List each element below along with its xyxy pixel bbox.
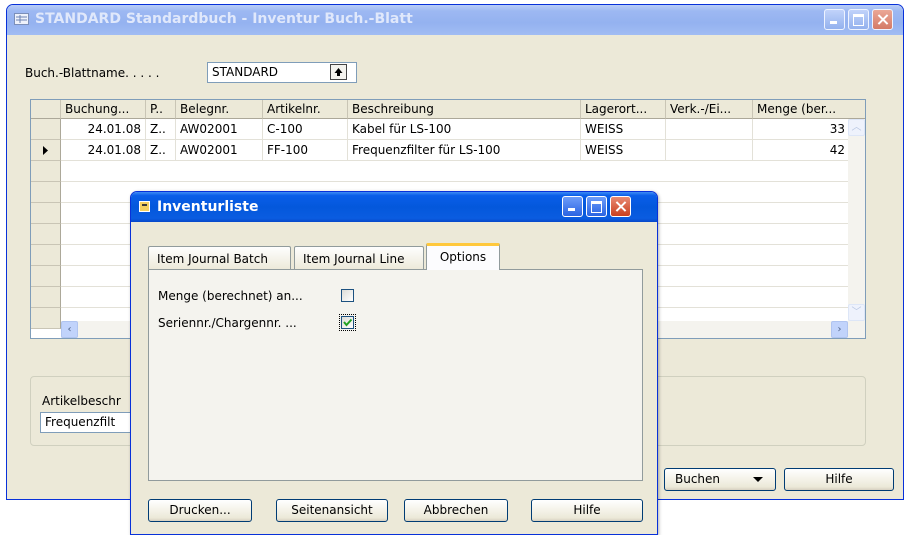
col-header-sales-purchase[interactable]: Verk.-/Ei... [666, 100, 753, 119]
dialog-help-button[interactable]: Hilfe [531, 499, 643, 522]
minimize-button[interactable] [562, 196, 583, 217]
col-header-qty-calculated[interactable]: Menge (ber... [753, 100, 865, 119]
minimize-button[interactable] [824, 9, 845, 30]
row-selector[interactable] [31, 266, 61, 287]
preview-button[interactable]: Seitenansicht [276, 499, 388, 522]
cancel-button[interactable]: Abbrechen [404, 499, 508, 522]
option-label-serial-lot: Seriennr./Chargennr. ... [158, 316, 297, 330]
maximize-button[interactable] [848, 9, 869, 30]
cell-location[interactable]: WEISS [581, 119, 666, 140]
item-description-label: Artikelbeschr [42, 394, 121, 408]
cell-sales-purchase[interactable] [666, 140, 753, 161]
cell-location[interactable]: WEISS [581, 140, 666, 161]
cell-entry-type[interactable]: Z.. [146, 119, 176, 140]
cell-entry-type[interactable]: Z.. [146, 140, 176, 161]
item-description-value: Frequenzfilt [45, 415, 116, 429]
cell-posting-date[interactable]: 24.01.08 [61, 140, 146, 161]
col-header-location[interactable]: Lagerort... [581, 100, 666, 119]
tab-item-journal-line[interactable]: Item Journal Line [294, 246, 424, 270]
col-header-entry-type[interactable]: P.. [146, 100, 176, 119]
cell-document-no[interactable]: AW02001 [176, 119, 263, 140]
col-header-description[interactable]: Beschreibung [348, 100, 581, 119]
post-button-label: Buchen [675, 472, 721, 486]
row-selector[interactable] [31, 308, 61, 329]
row-selector[interactable] [31, 119, 61, 140]
col-header-document-no[interactable]: Belegnr. [176, 100, 263, 119]
cell-description[interactable]: Kabel für LS-100 [348, 119, 581, 140]
cell-description[interactable]: Frequenzfilter für LS-100 [348, 140, 581, 161]
option-checkbox-serial-lot[interactable] [339, 314, 356, 331]
maximize-button[interactable] [586, 196, 607, 217]
cell-qty-calculated[interactable]: 33 [753, 119, 850, 140]
row-selector[interactable] [31, 161, 61, 182]
close-button[interactable] [610, 196, 631, 217]
row-selector[interactable] [31, 182, 61, 203]
up-arrow-icon [334, 68, 343, 76]
dropdown-arrow-icon [753, 477, 763, 482]
tab-item-journal-batch[interactable]: Item Journal Batch [148, 246, 291, 270]
tab-options[interactable]: Options [426, 243, 500, 270]
row-selector[interactable] [31, 287, 61, 308]
scroll-down-button[interactable]: ﹀ [848, 304, 865, 321]
help-button[interactable]: Hilfe [784, 468, 894, 491]
post-button[interactable]: Buchen [664, 468, 776, 491]
col-header-item-no[interactable]: Artikelnr. [263, 100, 348, 119]
dialog-icon [139, 201, 150, 212]
row-selector[interactable] [31, 245, 61, 266]
scroll-left-button[interactable]: ‹ [61, 321, 78, 338]
row-selector[interactable] [31, 224, 61, 245]
scroll-right-button[interactable]: › [831, 321, 848, 338]
row-header-corner [31, 100, 61, 119]
cell-qty-calculated[interactable]: 42 [753, 140, 850, 161]
print-button[interactable]: Drucken... [148, 499, 252, 522]
cell-posting-date[interactable]: 24.01.08 [61, 119, 146, 140]
batch-name-label: Buch.-Blattname. . . . . [25, 66, 160, 80]
cell-item-no[interactable]: FF-100 [263, 140, 348, 161]
dialog-title: Inventurliste [157, 199, 259, 215]
cell-document-no[interactable]: AW02001 [176, 140, 263, 161]
scroll-up-button[interactable]: ︿ [848, 119, 865, 136]
current-row-arrow-icon [43, 146, 48, 155]
col-header-posting-date[interactable]: Buchung... [61, 100, 146, 119]
option-checkbox-qty-calculated[interactable] [341, 289, 354, 302]
lookup-button[interactable] [330, 64, 347, 80]
vertical-scrollbar[interactable]: ︿ ﹀ [848, 119, 865, 321]
option-label-qty-calculated: Menge (berechnet) an... [158, 289, 303, 303]
journal-window-title: STANDARD Standardbuch - Inventur Buch.-B… [35, 11, 413, 27]
inventory-list-dialog: Inventurliste Item Journal Batch Item Jo… [130, 191, 658, 535]
batch-name-value: STANDARD [212, 65, 279, 79]
cell-item-no[interactable]: C-100 [263, 119, 348, 140]
journal-titlebar[interactable]: STANDARD Standardbuch - Inventur Buch.-B… [7, 5, 903, 35]
row-selector[interactable] [31, 203, 61, 224]
row-selector[interactable] [31, 140, 61, 161]
checkmark-icon [343, 318, 353, 327]
journal-window-icon [14, 13, 29, 25]
dialog-titlebar[interactable]: Inventurliste [131, 192, 657, 222]
item-description-field[interactable]: Frequenzfilt [40, 412, 140, 433]
cell-sales-purchase[interactable] [666, 119, 753, 140]
close-button[interactable] [872, 9, 893, 30]
